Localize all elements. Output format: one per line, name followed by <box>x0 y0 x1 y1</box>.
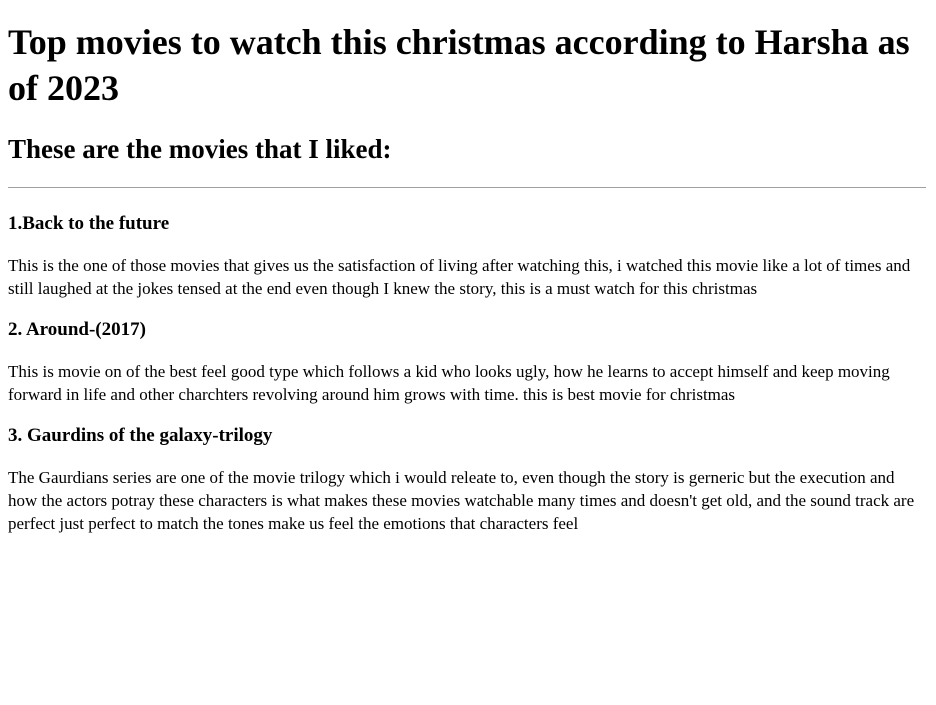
movie-description: This is the one of those movies that giv… <box>8 256 911 298</box>
movie-heading: 1.Back to the future <box>8 213 170 234</box>
movie-heading: 3. Gaurdins of the galaxy-trilogy <box>8 425 273 446</box>
movie-description: The Gaurdians series are one of the movi… <box>8 468 915 533</box>
page-subtitle: These are the movies that I liked: <box>8 134 392 164</box>
movie-heading: 2. Around-(2017) <box>8 319 146 340</box>
movie-item-1: 1.Back to the future This is the one of … <box>8 212 928 300</box>
divider <box>8 187 926 188</box>
movie-description: This is movie on of the best feel good t… <box>8 362 890 404</box>
movie-item-3: 3. Gaurdins of the galaxy-trilogy The Ga… <box>8 424 928 535</box>
movie-item-2: 2. Around-(2017) This is movie on of the… <box>8 318 928 406</box>
page-content: Top movies to watch this christmas accor… <box>0 19 936 535</box>
page-title: Top movies to watch this christmas accor… <box>8 22 910 108</box>
